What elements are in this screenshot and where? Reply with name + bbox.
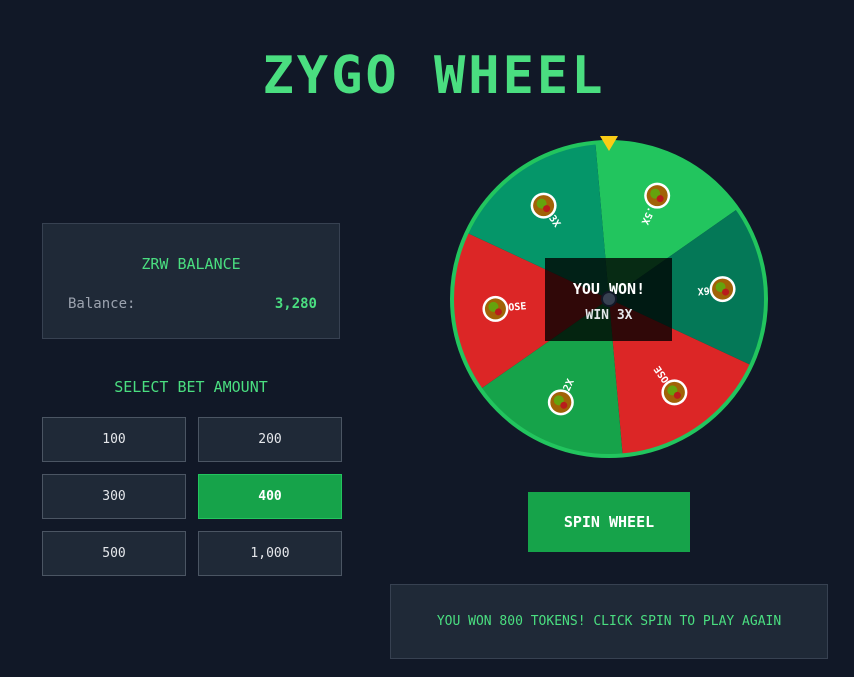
token-icon [709,276,736,303]
result-subtitle: WIN 3X [586,308,633,323]
bet-option-400[interactable]: 400 [198,474,342,519]
balance-label: Balance: [68,296,136,312]
token-icon [482,295,509,322]
game-title: ZYGO WHEEL [262,46,606,106]
token-icon [530,192,557,219]
bet-option-300[interactable]: 300 [42,474,186,519]
wheel-graphic: 1.5X6XLOSE2XLOSE3X YOU WON! WIN 3X [450,140,768,458]
prize-wheel: 1.5X 6X LOSE 2X LOSE 3X YOU WON! WIN 3X [449,138,769,460]
bet-option-1000[interactable]: 1,000 [198,531,342,576]
wheel-hub [601,291,617,307]
balance-value: 3,280 [274,296,317,312]
spin-wheel-button[interactable]: SPIN WHEEL [528,492,690,552]
token-icon [547,389,574,416]
balance-heading: ZRW BALANCE [141,255,241,273]
token-icon [661,379,688,406]
bet-option-200[interactable]: 200 [198,417,342,462]
bet-option-100[interactable]: 100 [42,417,186,462]
token-icon [644,182,671,209]
balance-panel: ZRW BALANCE Balance: 3,280 [42,223,340,339]
bet-option-500[interactable]: 500 [42,531,186,576]
bet-heading: SELECT BET AMOUNT [114,378,268,396]
wheel-segment-label: 6X [697,284,710,296]
status-message: YOU WON 800 TOKENS! CLICK SPIN TO PLAY A… [390,584,828,659]
wheel-pointer-icon [600,136,618,151]
